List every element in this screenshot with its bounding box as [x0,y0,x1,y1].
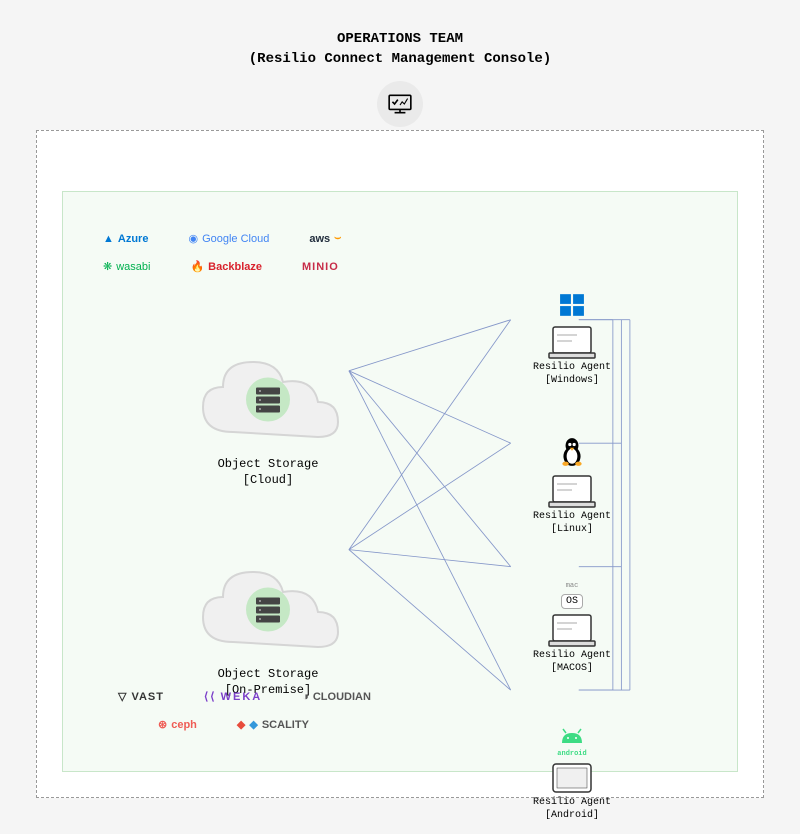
macos-icon: mac OS [527,582,617,611]
laptop-icon [547,613,597,649]
wasabi-logo: ❋ wasabi [103,260,150,273]
android-icon: android [527,727,617,758]
management-scope: ▲ Azure ◉ Google Cloud aws⌣ ❋ wasabi 🔥 B… [36,130,764,798]
azure-logo: ▲ Azure [103,233,148,245]
scality-logo: ◆◆ SCALITY [237,718,309,731]
resilio-agent-windows: Resilio Agent[Windows] [527,292,617,387]
resilio-agent-macos: mac OS Resilio Agent[MACOS] [527,582,617,675]
cloud-provider-logos: ▲ Azure ◉ Google Cloud aws⌣ ❋ wasabi 🔥 B… [103,232,341,273]
cloudian-logo: ◑ CLOUDIAN [302,691,371,703]
google-cloud-logo: ◉ Google Cloud [188,232,269,245]
tablet-icon [547,760,597,796]
resilio-agent-android: android Resilio Agent[Android] [527,727,617,822]
laptop-icon [547,474,597,510]
weka-logo: ⟨⟨ WEKA [204,690,262,703]
object-storage-onprem: Object Storage[On-Premise] [193,562,343,698]
linux-icon [527,437,617,472]
minio-logo: MINIO [302,261,339,273]
aws-logo: aws⌣ [309,232,341,245]
connection-lines [63,192,737,771]
resilio-agent-linux: Resilio Agent[Linux] [527,437,617,536]
storage-agent-scope: ▲ Azure ◉ Google Cloud aws⌣ ❋ wasabi 🔥 B… [62,191,738,772]
header-title: OPERATIONS TEAM [0,30,800,50]
onprem-provider-logos: ▽ VAST ⟨⟨ WEKA ◑ CLOUDIAN ⊛ ceph ◆◆ SCAL… [118,690,371,731]
vast-logo: ▽ VAST [118,690,164,703]
ceph-logo: ⊛ ceph [158,718,197,731]
object-storage-cloud: Object Storage[Cloud] [193,352,343,488]
backblaze-logo: 🔥 Backblaze [190,260,262,273]
windows-icon [527,292,617,323]
server-icon [246,378,290,427]
server-icon [246,588,290,637]
header-subtitle: (Resilio Connect Management Console) [0,50,800,70]
console-icon [377,81,423,127]
laptop-icon [547,325,597,361]
